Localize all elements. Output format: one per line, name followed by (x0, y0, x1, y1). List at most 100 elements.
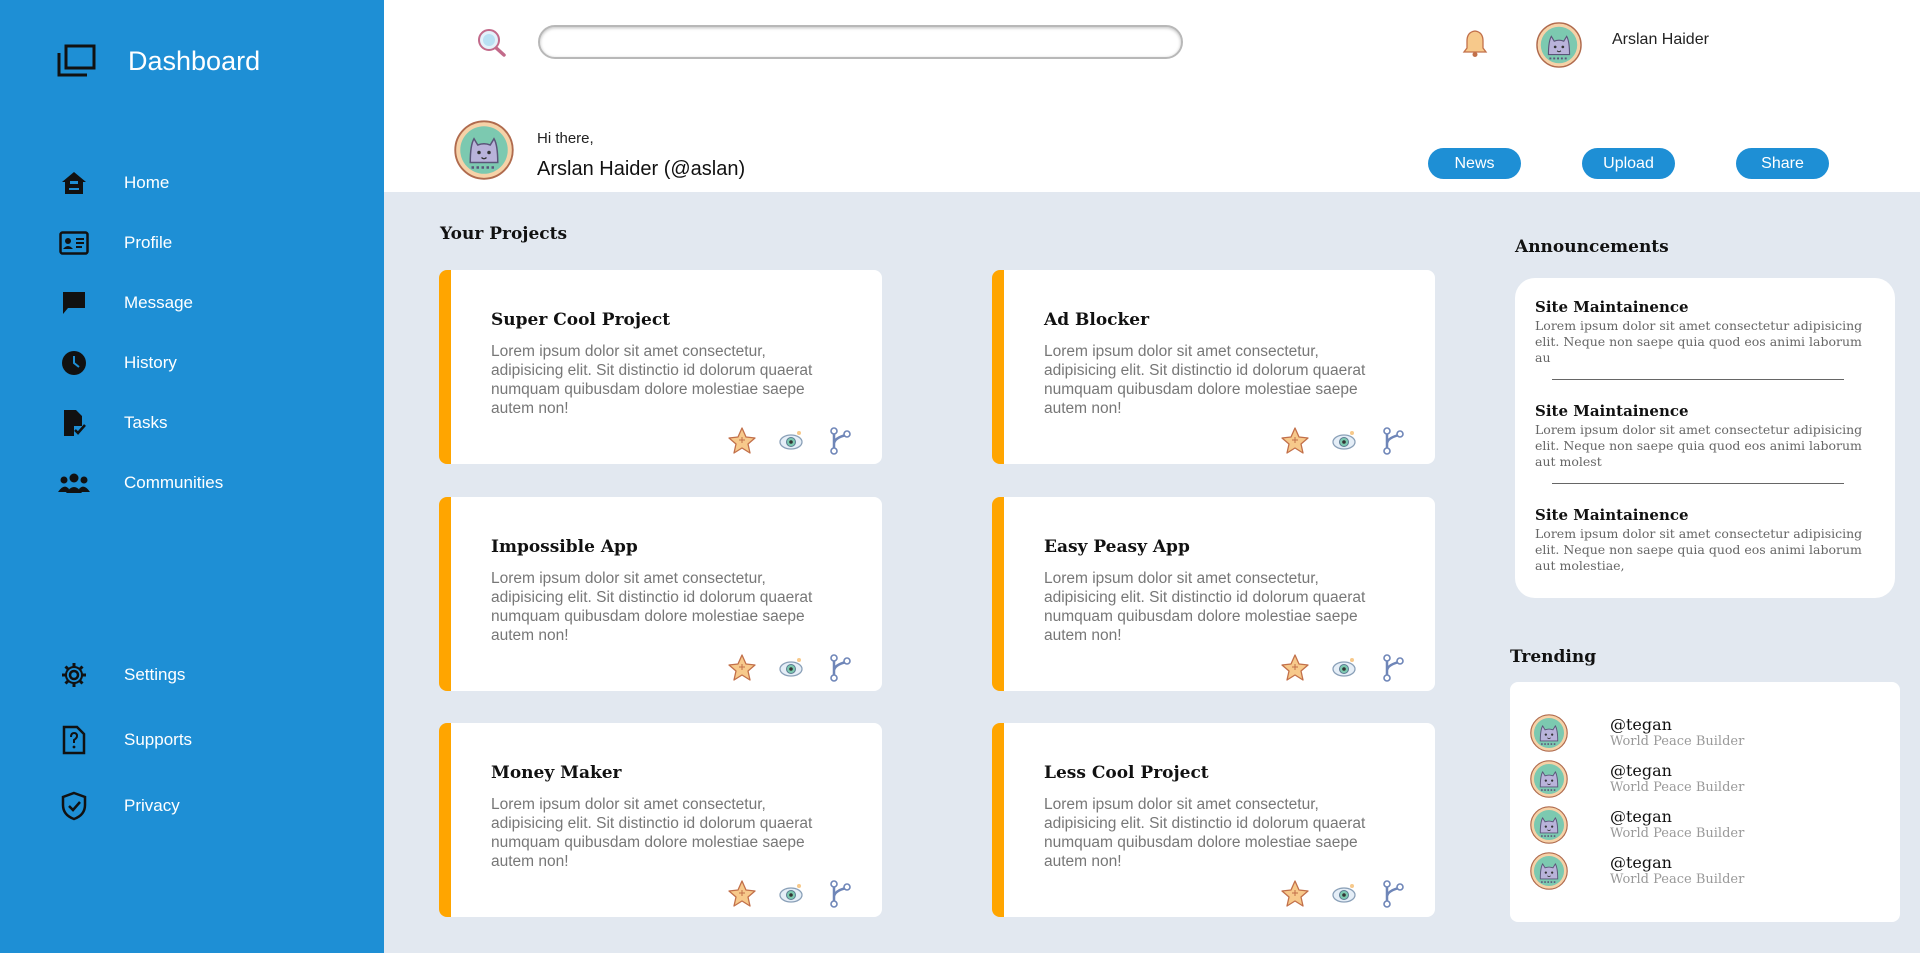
project-card[interactable]: Less Cool Project Lorem ipsum dolor sit … (992, 723, 1435, 917)
trending-role: World Peace Builder (1610, 826, 1745, 841)
announcement-text: Lorem ipsum dolor sit amet consectetur a… (1535, 422, 1863, 469)
announcement-item[interactable]: Site Maintainence Lorem ipsum dolor sit … (1535, 506, 1875, 574)
project-actions (727, 426, 874, 456)
sidebar-item-label: Settings (124, 665, 186, 684)
greeting: Hi there, (537, 130, 594, 147)
project-description: Lorem ipsum dolor sit amet consectetur, … (1044, 570, 1366, 644)
sidebar-item-message[interactable]: Message (58, 288, 193, 318)
star-icon[interactable] (1280, 426, 1310, 456)
star-icon[interactable] (1280, 879, 1310, 909)
project-title: Super Cool Project (491, 310, 671, 330)
avatar (1530, 714, 1568, 752)
id-card-icon (58, 228, 90, 258)
divider (1552, 379, 1844, 380)
upload-button[interactable]: Upload (1582, 148, 1675, 179)
project-description: Lorem ipsum dolor sit amet consectetur, … (1044, 796, 1366, 870)
trending-handle: @tegan (1610, 761, 1672, 780)
project-actions (727, 879, 874, 909)
people-icon (58, 468, 90, 498)
sidebar-item-history[interactable]: History (58, 348, 177, 378)
trending-handle: @tegan (1610, 853, 1672, 872)
announcement-item[interactable]: Site Maintainence Lorem ipsum dolor sit … (1535, 298, 1875, 366)
shield-icon (58, 791, 90, 821)
eye-icon[interactable] (1329, 879, 1359, 909)
project-card[interactable]: Ad Blocker Lorem ipsum dolor sit amet co… (992, 270, 1435, 464)
share-button[interactable]: Share (1736, 148, 1829, 179)
eye-icon[interactable] (776, 426, 806, 456)
profile-avatar (454, 120, 514, 180)
chat-icon (58, 288, 90, 318)
star-icon[interactable] (1280, 653, 1310, 683)
project-actions (1280, 426, 1427, 456)
eye-icon[interactable] (776, 653, 806, 683)
eye-icon[interactable] (1329, 653, 1359, 683)
star-icon[interactable] (727, 653, 757, 683)
home-icon (58, 168, 90, 198)
git-branch-icon[interactable] (1378, 426, 1408, 456)
sidebar-item-label: Home (124, 173, 170, 192)
avatar[interactable] (1536, 22, 1582, 68)
sidebar: Dashboard Home Profile Message History T… (0, 0, 384, 953)
user-full-name: Arslan Haider (@aslan) (537, 158, 746, 180)
project-title: Less Cool Project (1044, 763, 1209, 783)
project-card[interactable]: Easy Peasy App Lorem ipsum dolor sit ame… (992, 497, 1435, 691)
git-branch-icon[interactable] (825, 653, 855, 683)
star-icon[interactable] (727, 879, 757, 909)
news-button[interactable]: News (1428, 148, 1521, 179)
sidebar-item-profile[interactable]: Profile (58, 228, 172, 258)
sidebar-item-settings[interactable]: Settings (58, 660, 185, 690)
project-card[interactable]: Super Cool Project Lorem ipsum dolor sit… (439, 270, 882, 464)
git-branch-icon[interactable] (825, 426, 855, 456)
project-description: Lorem ipsum dolor sit amet consectetur, … (1044, 343, 1366, 417)
sidebar-item-label: History (124, 353, 177, 372)
sidebar-item-communities[interactable]: Communities (58, 468, 223, 498)
project-card[interactable]: Money Maker Lorem ipsum dolor sit amet c… (439, 723, 882, 917)
search-icon[interactable] (476, 28, 508, 58)
clock-icon (58, 348, 90, 378)
user-name[interactable]: Arslan Haider (1612, 31, 1709, 49)
git-branch-icon[interactable] (1378, 879, 1408, 909)
file-check-icon (58, 408, 90, 438)
project-actions (1280, 653, 1427, 683)
trending-role: World Peace Builder (1610, 872, 1745, 887)
sidebar-item-label: Communities (124, 473, 224, 492)
announcement-item[interactable]: Site Maintainence Lorem ipsum dolor sit … (1535, 402, 1875, 470)
sidebar-item-tasks[interactable]: Tasks (58, 408, 167, 438)
sidebar-item-privacy[interactable]: Privacy (58, 791, 180, 821)
brand[interactable]: Dashboard (56, 44, 260, 78)
trending-role: World Peace Builder (1610, 780, 1745, 795)
eye-icon[interactable] (776, 879, 806, 909)
trending-item[interactable]: @tegan World Peace Builder (1530, 760, 1890, 800)
stacked-windows-icon (56, 44, 96, 78)
sidebar-item-supports[interactable]: Supports (58, 725, 192, 755)
announcement-text: Lorem ipsum dolor sit amet consectetur a… (1535, 526, 1863, 573)
avatar (1530, 760, 1568, 798)
trending-item[interactable]: @tegan World Peace Builder (1530, 714, 1890, 754)
sidebar-item-label: Supports (124, 730, 193, 749)
announcement-title: Site Maintainence (1535, 298, 1689, 316)
git-branch-icon[interactable] (1378, 653, 1408, 683)
bell-icon[interactable] (1460, 28, 1490, 58)
project-title: Ad Blocker (1044, 310, 1150, 330)
announcements-panel: Site Maintainence Lorem ipsum dolor sit … (1515, 278, 1895, 598)
projects-title: Your Projects (440, 224, 568, 244)
project-description: Lorem ipsum dolor sit amet consectetur, … (491, 570, 813, 644)
divider (1552, 483, 1844, 484)
trending-role: World Peace Builder (1610, 734, 1745, 749)
git-branch-icon[interactable] (825, 879, 855, 909)
trending-panel: @tegan World Peace Builder @tegan World … (1510, 682, 1900, 922)
project-title: Money Maker (491, 763, 622, 783)
eye-icon[interactable] (1329, 426, 1359, 456)
avatar (1530, 852, 1568, 890)
announcement-title: Site Maintainence (1535, 402, 1689, 420)
announcement-title: Site Maintainence (1535, 506, 1689, 524)
star-icon[interactable] (727, 426, 757, 456)
trending-item[interactable]: @tegan World Peace Builder (1530, 806, 1890, 846)
search-input[interactable] (538, 25, 1183, 59)
announcements-title: Announcements (1515, 237, 1669, 257)
sidebar-item-label: Tasks (124, 413, 168, 432)
project-actions (1280, 879, 1427, 909)
project-card[interactable]: Impossible App Lorem ipsum dolor sit ame… (439, 497, 882, 691)
trending-item[interactable]: @tegan World Peace Builder (1530, 852, 1890, 892)
sidebar-item-home[interactable]: Home (58, 168, 169, 198)
